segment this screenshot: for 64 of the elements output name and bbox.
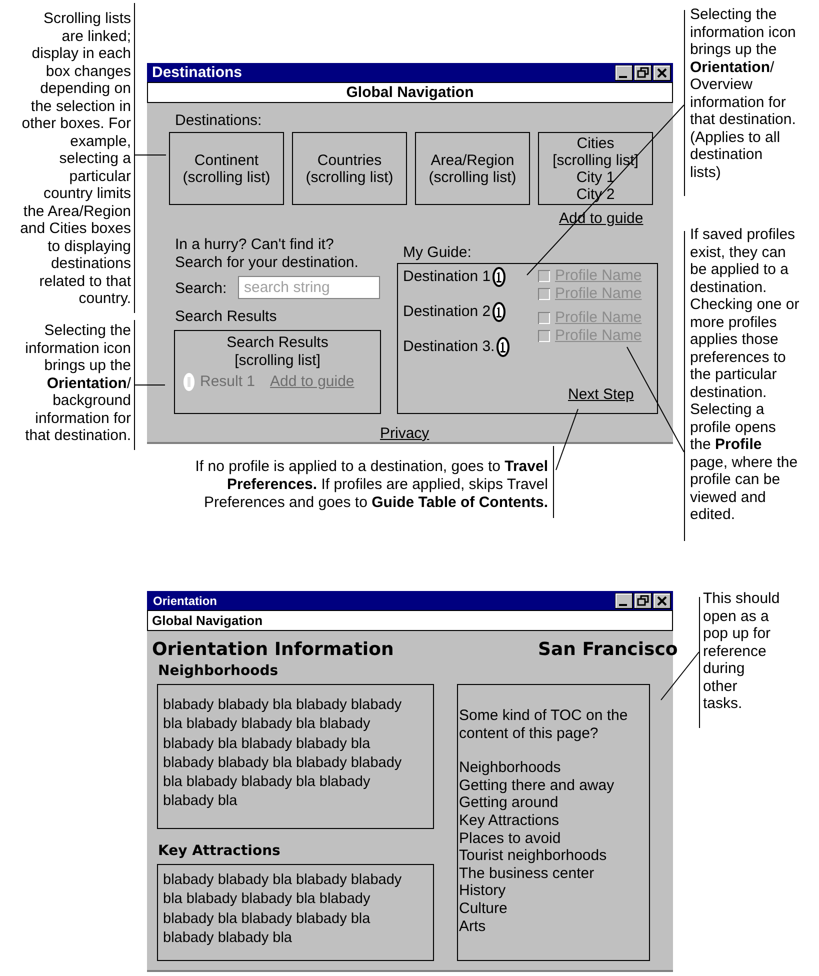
toc-link[interactable]: Neighborhoods — [458, 759, 649, 777]
list-text: Search Results [scrolling list] — [226, 333, 330, 370]
toc-link[interactable]: History — [458, 882, 649, 900]
checkbox[interactable] — [538, 288, 550, 300]
annotation-text: If saved profiles exist, they can be applied to a destination. Checking one or more profiles applies those preferences to the particular destination. Selecting a profile opens the Profile page, where the profile can be viewed and edited. — [690, 226, 800, 524]
restore-icon[interactable] — [634, 592, 652, 608]
list-text: Countries — [317, 152, 382, 168]
scrolling-list[interactable]: Countries (scrolling list) — [292, 132, 407, 205]
section-label: Destinations: — [175, 111, 262, 131]
global-navigation-bar[interactable]: Global Navigation — [147, 82, 673, 103]
close-icon[interactable] — [653, 592, 671, 608]
checkbox[interactable] — [538, 270, 550, 282]
annotation-text: Selecting the information icon brings up the Orientation/ background information for that destination. — [24, 322, 131, 444]
annotation-text: Scrolling lists are linked; display in each box changes depending on the selection in other boxes. For example, selecting a particular country limits the Area/Region and Cities boxes to displaying destinations related to that country. — [19, 10, 131, 308]
annotation-text: If no profile is applied to a destination, goes to Travel Preferences. If profiles are applied, skips Travel Preferences and goes to Guide Table of Contents. — [194, 458, 548, 512]
checkbox[interactable] — [538, 312, 550, 324]
list-text: (scrolling list) — [306, 168, 394, 186]
annotation-text: Selecting the information icon brings up the Orientation/ Overview information for that destination. (Applies to all destination lists) — [690, 6, 797, 181]
destination-item[interactable]: Destination 2 — [403, 300, 491, 324]
toc-link[interactable]: Places to avoid — [458, 830, 649, 848]
minimize-icon[interactable] — [615, 592, 633, 608]
close-icon[interactable] — [653, 64, 671, 80]
toc-link[interactable]: Culture — [458, 900, 649, 918]
section-label: Search Results — [175, 307, 277, 327]
info-icon[interactable] — [492, 267, 506, 287]
toc-link[interactable]: Key Attractions — [458, 812, 649, 830]
list-text: (scrolling list) — [428, 168, 516, 186]
next-step-link[interactable]: Next Step — [568, 384, 634, 406]
info-icon[interactable] — [496, 337, 510, 357]
destination-item[interactable]: Destination 1 — [403, 266, 491, 288]
list-text: Area/Region — [430, 152, 514, 168]
section-label: My Guide: — [403, 243, 472, 263]
search-field[interactable]: search string — [238, 276, 380, 299]
scrolling-list[interactable]: Continent (scrolling list) — [169, 132, 284, 205]
window-title: Orientation — [152, 592, 218, 610]
annotation-text: This should open as a pop up for reference during other tasks. — [703, 590, 781, 712]
body-text: blabady blabady bla blabady blabady bla blabady blabady bla blabady blabady bla blabady blabady bla blabady blabady bla — [163, 871, 403, 948]
section-heading: Key Attractions — [158, 842, 280, 861]
search-label: Search: — [175, 279, 227, 299]
restore-icon[interactable] — [634, 64, 652, 80]
window-title: Destinations — [151, 64, 242, 82]
toc-link[interactable]: Getting around — [458, 794, 649, 812]
toc-link[interactable]: The business center — [458, 864, 649, 882]
toc-link[interactable]: Tourist neighborhoods — [458, 847, 649, 865]
body-text: blabady blabady bla blabady blabady bla blabady blabady bla blabady blabady bla blabady blabady bla blabady blabady bla blabady blabady bla blabady blabady bla blabady blabady bla — [163, 696, 403, 812]
toc-intro-text: Some kind of TOC on the content of this page? — [458, 707, 629, 742]
section-heading: Neighborhoods — [158, 662, 278, 681]
checkbox[interactable] — [538, 330, 550, 342]
toc-link[interactable]: Arts — [458, 918, 649, 936]
scrolling-list[interactable]: Area/Region (scrolling list) — [415, 132, 530, 205]
destination-item[interactable]: Destination 3. — [403, 336, 495, 358]
info-icon[interactable] — [492, 302, 506, 322]
privacy-link[interactable]: Privacy — [380, 423, 430, 446]
instruction-text: In a hurry? Can't find it? Search for your destination. — [175, 236, 358, 272]
list-text: Continent — [194, 152, 259, 168]
list-text: City 2 — [576, 186, 615, 202]
toc-link[interactable]: Getting there and away — [458, 776, 649, 794]
list-text: Cities — [576, 134, 614, 152]
list-text: City 1 — [576, 168, 615, 186]
city-heading: San Francisco — [538, 638, 678, 662]
page-heading: Orientation Information — [152, 638, 394, 662]
minimize-icon[interactable] — [615, 64, 633, 80]
global-navigation-bar[interactable]: Global Navigation — [147, 610, 673, 631]
list-text: (scrolling list) — [182, 168, 270, 186]
